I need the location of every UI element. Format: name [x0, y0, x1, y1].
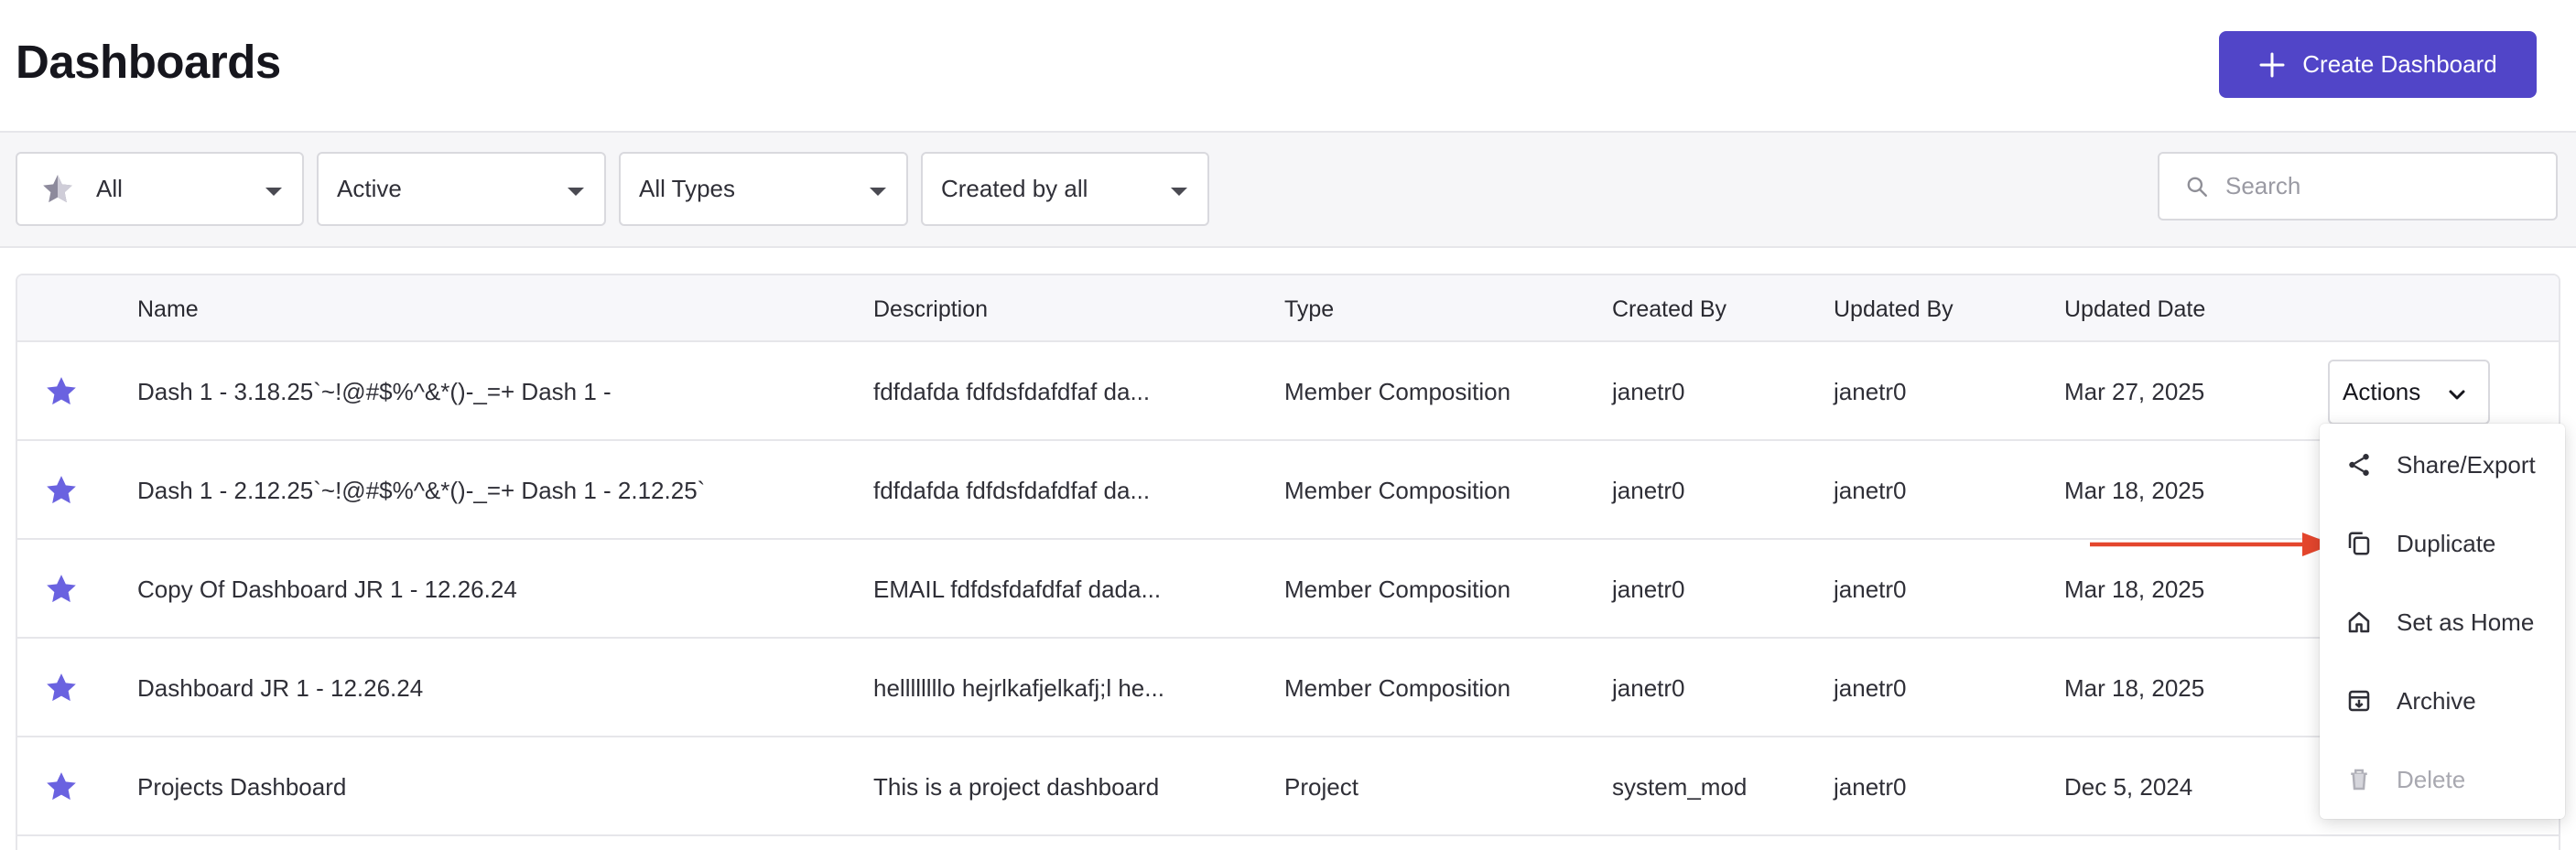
row-updated-date: Mar 18, 2025 [2064, 674, 2205, 702]
star-icon[interactable] [43, 571, 80, 608]
copy-icon [2348, 532, 2370, 555]
favorites-filter-dropdown[interactable]: All [16, 152, 304, 226]
search-icon [2187, 177, 2207, 197]
star-icon[interactable] [43, 769, 80, 805]
star-outline-icon [39, 171, 76, 208]
status-filter-dropdown[interactable]: Active [317, 152, 606, 226]
row-created-by: janetr0 [1612, 576, 1685, 603]
create-dashboard-label: Create Dashboard [2302, 50, 2497, 78]
row-type: Member Composition [1284, 674, 1511, 702]
row-created-by: system_mod [1612, 773, 1748, 801]
column-header-type[interactable]: Type [1284, 296, 1334, 323]
trash-icon [2351, 769, 2367, 791]
menu-item-duplicate[interactable]: Duplicate [2320, 504, 2565, 583]
column-header-name[interactable]: Name [137, 296, 199, 323]
row-updated-date: Dec 5, 2024 [2064, 773, 2193, 801]
row-updated-by: janetr0 [1834, 773, 1907, 801]
menu-item-label: Delete [2397, 765, 2466, 793]
row-type: Project [1284, 773, 1358, 801]
row-description: fdfdafda fdfdsfdafdfaf da... [873, 378, 1151, 405]
plus-icon [2259, 52, 2285, 77]
menu-item-set-as-home[interactable]: Set as Home [2320, 583, 2565, 662]
row-description: This is a project dashboard [873, 773, 1160, 801]
table-row[interactable]: Projects Dashboard This is a project das… [17, 737, 2559, 836]
chevron-down-icon [1171, 188, 1187, 196]
creator-filter-dropdown[interactable]: Created by all [921, 152, 1209, 226]
row-updated-date: Mar 18, 2025 [2064, 576, 2205, 603]
row-updated-by: janetr0 [1834, 576, 1907, 603]
actions-menu: Share/Export Duplicate Set as Home Archi… [2320, 424, 2565, 819]
chevron-down-icon [568, 188, 584, 196]
chevron-down-icon [870, 188, 886, 196]
status-filter-value: Active [337, 175, 402, 202]
star-icon[interactable] [43, 670, 80, 706]
page-title: Dashboards [16, 36, 281, 88]
search-input[interactable] [2225, 172, 2537, 200]
row-name[interactable]: Dash 1 - 3.18.25`~!@#$%^&*()-_=+ Dash 1 … [137, 378, 612, 406]
star-icon[interactable] [43, 373, 80, 410]
table-header: Name Description Type Created By Updated… [17, 275, 2559, 342]
star-icon[interactable] [43, 472, 80, 509]
chevron-down-icon [265, 188, 282, 196]
menu-item-label: Set as Home [2397, 608, 2535, 636]
type-filter-value: All Types [639, 175, 736, 202]
row-created-by: janetr0 [1612, 477, 1685, 504]
row-name[interactable]: Copy Of Dashboard JR 1 - 12.26.24 [137, 576, 517, 604]
menu-item-label: Duplicate [2397, 529, 2496, 557]
row-name[interactable]: Dashboard JR 1 - 12.26.24 [137, 674, 423, 703]
column-header-updated-date[interactable]: Updated Date [2064, 296, 2205, 323]
table-row[interactable]: Dash 1 - 2.12.25`~!@#$%^&*()-_=+ Dash 1 … [17, 441, 2559, 540]
row-type: Member Composition [1284, 477, 1511, 504]
home-icon [2348, 611, 2370, 633]
column-header-updated-by[interactable]: Updated By [1834, 296, 1954, 323]
favorites-filter-value: All [96, 175, 123, 202]
row-name[interactable]: Dash 1 - 2.12.25`~!@#$%^&*()-_=+ Dash 1 … [137, 477, 705, 505]
create-dashboard-button[interactable]: Create Dashboard [2219, 31, 2537, 98]
row-created-by: janetr0 [1612, 674, 1685, 702]
dashboards-table: Name Description Type Created By Updated… [16, 274, 2560, 850]
row-updated-date: Mar 27, 2025 [2064, 378, 2205, 405]
filter-bar: All Active All Types Created by all [0, 133, 2576, 248]
row-type: Member Composition [1284, 576, 1511, 603]
row-description: EMAIL fdfdsfdafdfaf dada... [873, 576, 1162, 603]
row-type: Member Composition [1284, 378, 1511, 405]
page-header: Dashboards Create Dashboard [0, 0, 2576, 133]
archive-icon [2348, 690, 2370, 712]
row-description: hellllllllo hejrlkafjelkafj;l he... [873, 674, 1164, 702]
row-name[interactable]: Projects Dashboard [137, 773, 346, 802]
menu-item-share-export[interactable]: Share/Export [2320, 425, 2565, 504]
row-created-by: janetr0 [1612, 378, 1685, 405]
type-filter-dropdown[interactable]: All Types [619, 152, 908, 226]
row-description: fdfdafda fdfdsfdafdfaf da... [873, 477, 1151, 504]
row-updated-by: janetr0 [1834, 378, 1907, 405]
menu-item-archive[interactable]: Archive [2320, 662, 2565, 740]
search-box [2158, 152, 2558, 221]
creator-filter-value: Created by all [941, 175, 1088, 202]
annotation-arrow [2090, 533, 2333, 556]
row-updated-date: Mar 18, 2025 [2064, 477, 2205, 504]
actions-button-label: Actions [2343, 378, 2421, 405]
share-icon [2349, 454, 2369, 476]
chevron-down-icon [2449, 390, 2465, 400]
row-updated-by: janetr0 [1834, 477, 1907, 504]
column-header-description[interactable]: Description [873, 296, 988, 323]
menu-item-label: Archive [2397, 686, 2476, 715]
actions-button[interactable]: Actions [2328, 360, 2490, 425]
column-header-created-by[interactable]: Created By [1612, 296, 1726, 323]
table-row[interactable]: Dash 1 - 3.18.25`~!@#$%^&*()-_=+ Dash 1 … [17, 342, 2559, 441]
table-row[interactable]: Dashboard JR 1 - 12.26.24 hellllllllo he… [17, 639, 2559, 737]
menu-item-label: Share/Export [2397, 450, 2536, 479]
menu-item-delete: Delete [2320, 740, 2565, 819]
row-updated-by: janetr0 [1834, 674, 1907, 702]
